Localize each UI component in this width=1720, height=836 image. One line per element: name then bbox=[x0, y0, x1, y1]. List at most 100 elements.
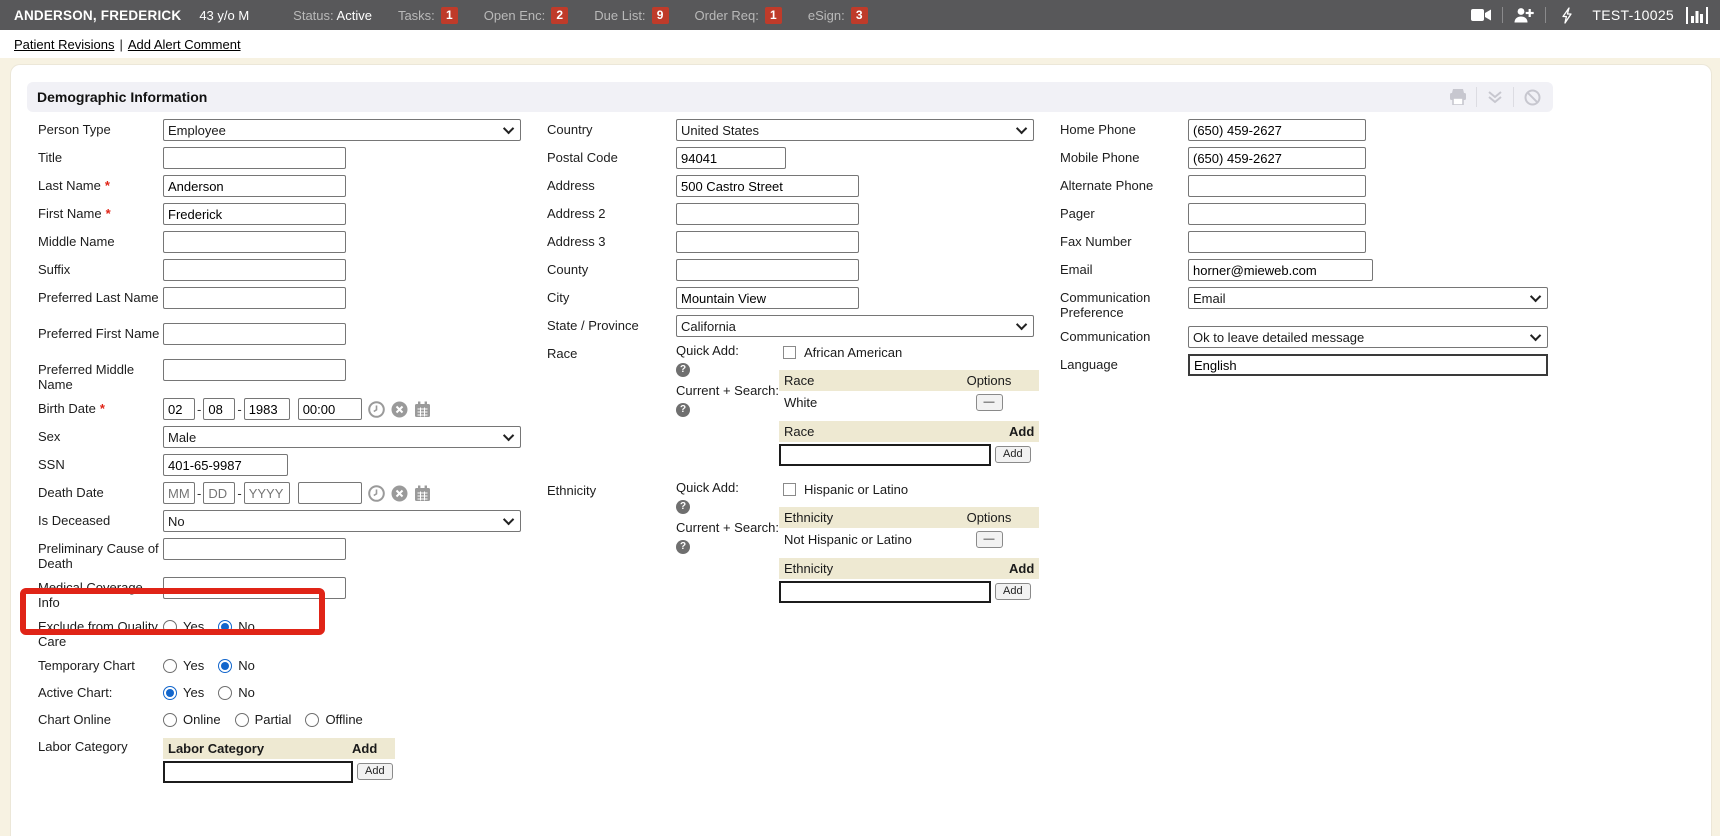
birth-date-group: - - bbox=[163, 398, 431, 420]
last-name-input[interactable] bbox=[163, 175, 346, 197]
labor-category-input[interactable] bbox=[163, 761, 353, 783]
exclude-qc-yes-radio[interactable] bbox=[163, 620, 177, 634]
home-phone-input[interactable] bbox=[1188, 119, 1366, 141]
field-person-type: Person Type Employee bbox=[38, 119, 543, 141]
ethnicity-add-button[interactable]: Add bbox=[995, 583, 1031, 600]
ssn-input[interactable] bbox=[163, 454, 288, 476]
calendar-icon[interactable] bbox=[414, 401, 431, 418]
birth-time-input[interactable] bbox=[298, 398, 362, 420]
chart-online-online-radio[interactable] bbox=[163, 713, 177, 727]
ethnicity-hispanic-checkbox[interactable] bbox=[783, 483, 796, 496]
pager-input[interactable] bbox=[1188, 203, 1366, 225]
preferred-first-name-input[interactable] bbox=[163, 323, 346, 345]
labor-add-column-header: Add bbox=[352, 741, 390, 756]
calendar-icon[interactable] bbox=[414, 485, 431, 502]
race-african-american-checkbox[interactable] bbox=[783, 346, 796, 359]
race-remove-button[interactable]: — bbox=[976, 394, 1003, 411]
city-input[interactable] bbox=[676, 287, 859, 309]
bar-chart-icon[interactable] bbox=[1682, 6, 1712, 24]
temporary-chart-label: Temporary Chart bbox=[38, 655, 163, 673]
field-fax-number: Fax Number bbox=[1060, 231, 1572, 253]
lightning-icon[interactable] bbox=[1552, 6, 1582, 24]
race-add-button[interactable]: Add bbox=[995, 446, 1031, 463]
patient-revisions-link[interactable]: Patient Revisions bbox=[14, 37, 114, 52]
labor-category-add-button[interactable]: Add bbox=[357, 763, 393, 780]
temporary-chart-no-radio[interactable] bbox=[218, 659, 232, 673]
address-input[interactable] bbox=[676, 175, 859, 197]
communication-preference-select[interactable]: Email bbox=[1188, 287, 1548, 309]
medical-coverage-label: Medical Coverage Info bbox=[38, 577, 163, 610]
temporary-chart-yes-radio[interactable] bbox=[163, 659, 177, 673]
chart-online-partial-radio[interactable] bbox=[235, 713, 249, 727]
collapse-icon[interactable] bbox=[1480, 88, 1510, 106]
birth-year-input[interactable] bbox=[244, 398, 290, 420]
esign-counter[interactable]: eSign: 3 bbox=[808, 7, 868, 24]
race-add-table: Race Add Add bbox=[779, 421, 1039, 466]
county-input[interactable] bbox=[676, 259, 859, 281]
preferred-last-name-input[interactable] bbox=[163, 287, 346, 309]
death-year-input[interactable] bbox=[244, 482, 290, 504]
alternate-phone-input[interactable] bbox=[1188, 175, 1366, 197]
active-chart-no-radio[interactable] bbox=[218, 686, 232, 700]
tasks-counter[interactable]: Tasks: 1 bbox=[398, 7, 458, 24]
death-month-input[interactable] bbox=[163, 482, 195, 504]
preferred-middle-name-input[interactable] bbox=[163, 359, 346, 381]
death-day-input[interactable] bbox=[203, 482, 235, 504]
clear-icon[interactable] bbox=[391, 485, 408, 502]
ethnicity-remove-button[interactable]: — bbox=[976, 531, 1003, 548]
fax-number-input[interactable] bbox=[1188, 231, 1366, 253]
exclude-qc-no-radio[interactable] bbox=[218, 620, 232, 634]
state-province-select[interactable]: California bbox=[676, 315, 1034, 337]
middle-name-input[interactable] bbox=[163, 231, 346, 253]
death-time-input[interactable] bbox=[298, 482, 362, 504]
labor-category-table: Labor Category Add Add bbox=[163, 738, 395, 783]
preliminary-cause-input[interactable] bbox=[163, 538, 346, 560]
add-alert-comment-link[interactable]: Add Alert Comment bbox=[128, 37, 241, 52]
race-add-input[interactable] bbox=[779, 444, 991, 466]
clock-icon[interactable] bbox=[368, 485, 385, 502]
state-province-label: State / Province bbox=[547, 315, 676, 333]
clear-icon[interactable] bbox=[391, 401, 408, 418]
open-enc-counter[interactable]: Open Enc: 2 bbox=[484, 7, 568, 24]
chart-online-label: Chart Online bbox=[38, 709, 163, 727]
print-icon[interactable] bbox=[1443, 88, 1473, 106]
clock-icon[interactable] bbox=[368, 401, 385, 418]
ethnicity-add-input[interactable] bbox=[779, 581, 991, 603]
due-list-counter[interactable]: Due List: 9 bbox=[594, 7, 668, 24]
first-name-input[interactable] bbox=[163, 203, 346, 225]
order-req-counter[interactable]: Order Req: 1 bbox=[695, 7, 782, 24]
medical-coverage-input[interactable] bbox=[163, 577, 346, 599]
open-enc-badge[interactable]: 2 bbox=[551, 7, 568, 24]
esign-badge[interactable]: 3 bbox=[851, 7, 868, 24]
birth-month-input[interactable] bbox=[163, 398, 195, 420]
status-label: Status: bbox=[293, 8, 333, 23]
birth-day-input[interactable] bbox=[203, 398, 235, 420]
person-type-select[interactable]: Employee bbox=[163, 119, 521, 141]
is-deceased-select[interactable]: No bbox=[163, 510, 521, 532]
order-req-badge[interactable]: 1 bbox=[765, 7, 782, 24]
state-province-value: California bbox=[681, 319, 1013, 334]
chart-online-offline-radio[interactable] bbox=[305, 713, 319, 727]
help-icon[interactable]: ? bbox=[676, 403, 690, 417]
mobile-phone-input[interactable] bbox=[1188, 147, 1366, 169]
disable-icon[interactable] bbox=[1517, 88, 1547, 106]
person-add-icon[interactable] bbox=[1509, 6, 1539, 24]
postal-code-input[interactable] bbox=[676, 147, 786, 169]
sex-select[interactable]: Male bbox=[163, 426, 521, 448]
country-select[interactable]: United States bbox=[676, 119, 1034, 141]
active-chart-yes-radio[interactable] bbox=[163, 686, 177, 700]
language-input[interactable] bbox=[1188, 354, 1548, 376]
address-2-input[interactable] bbox=[676, 203, 859, 225]
tasks-badge[interactable]: 1 bbox=[441, 7, 458, 24]
help-icon[interactable]: ? bbox=[676, 540, 690, 554]
email-input[interactable] bbox=[1188, 259, 1373, 281]
help-icon[interactable]: ? bbox=[676, 500, 690, 514]
due-list-badge[interactable]: 9 bbox=[652, 7, 669, 24]
suffix-input[interactable] bbox=[163, 259, 346, 281]
communication-select[interactable]: Ok to leave detailed message bbox=[1188, 326, 1548, 348]
title-input[interactable] bbox=[163, 147, 346, 169]
race-current-search-label: Current + Search: bbox=[676, 383, 779, 398]
help-icon[interactable]: ? bbox=[676, 363, 690, 377]
video-camera-icon[interactable] bbox=[1466, 6, 1496, 24]
address-3-input[interactable] bbox=[676, 231, 859, 253]
